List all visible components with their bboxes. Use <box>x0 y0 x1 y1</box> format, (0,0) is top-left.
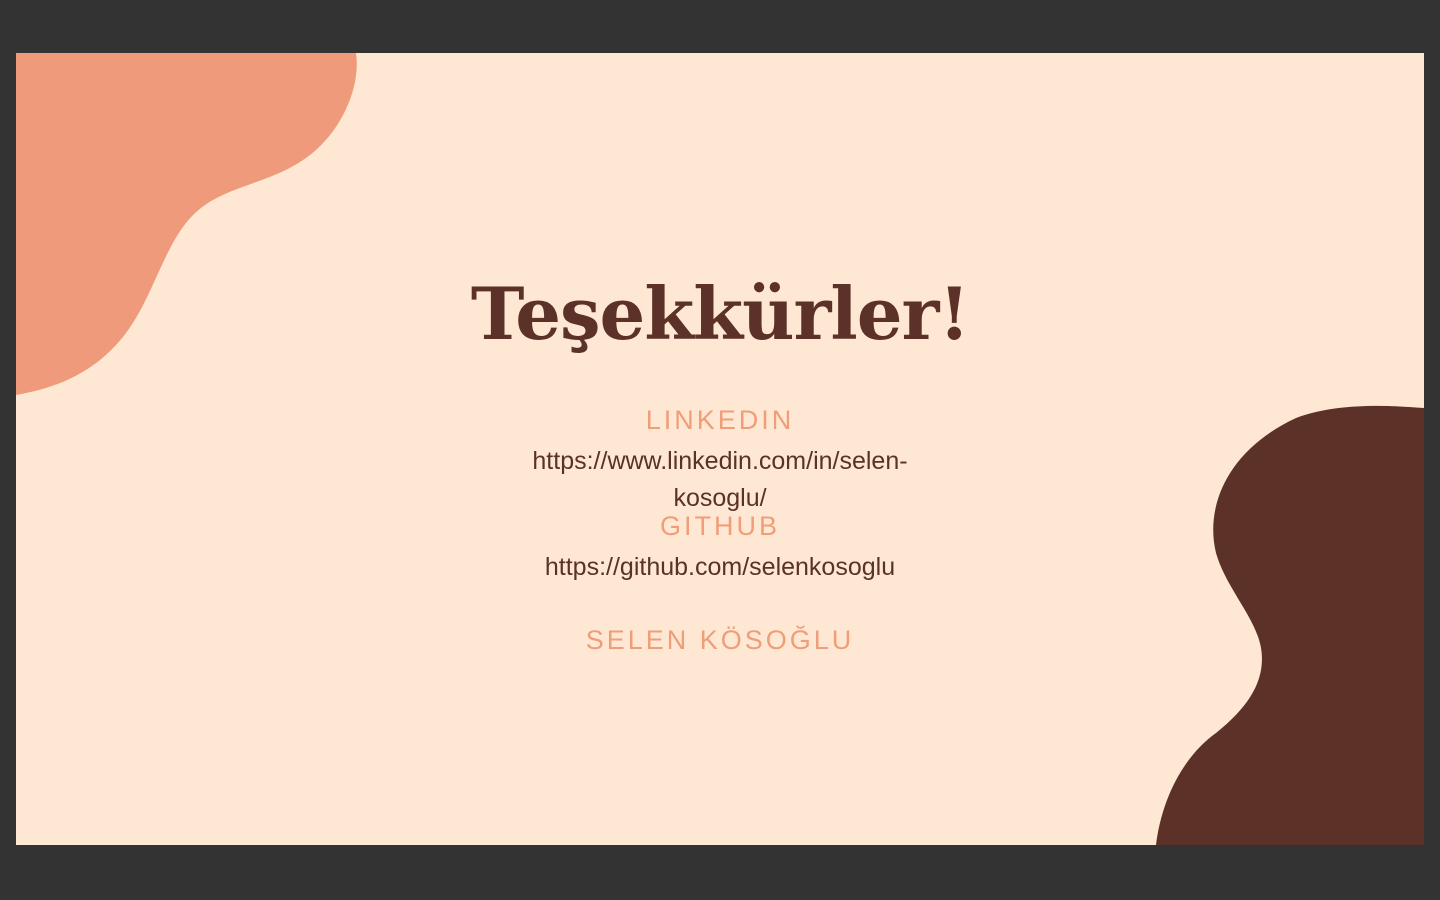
slide-title: Teşekkürler! <box>470 271 970 356</box>
author-name: SELEN KÖSOĞLU <box>585 625 855 655</box>
github-link[interactable]: https://github.com/selenkosoglu <box>16 549 1424 586</box>
github-label: GITHUB <box>659 511 780 541</box>
slide: Teşekkürler! LINKEDIN https://www.linked… <box>16 53 1424 845</box>
presentation-viewer: Teşekkürler! LINKEDIN https://www.linked… <box>0 0 1440 900</box>
linkedin-label: LINKEDIN <box>645 405 795 435</box>
linkedin-link[interactable]: https://www.linkedin.com/in/selen- kosog… <box>16 443 1424 517</box>
github-url[interactable]: https://github.com/selenkosoglu <box>16 549 1424 586</box>
slide-content: Teşekkürler! LINKEDIN https://www.linked… <box>16 53 1424 845</box>
linkedin-url-line1[interactable]: https://www.linkedin.com/in/selen- <box>16 443 1424 480</box>
